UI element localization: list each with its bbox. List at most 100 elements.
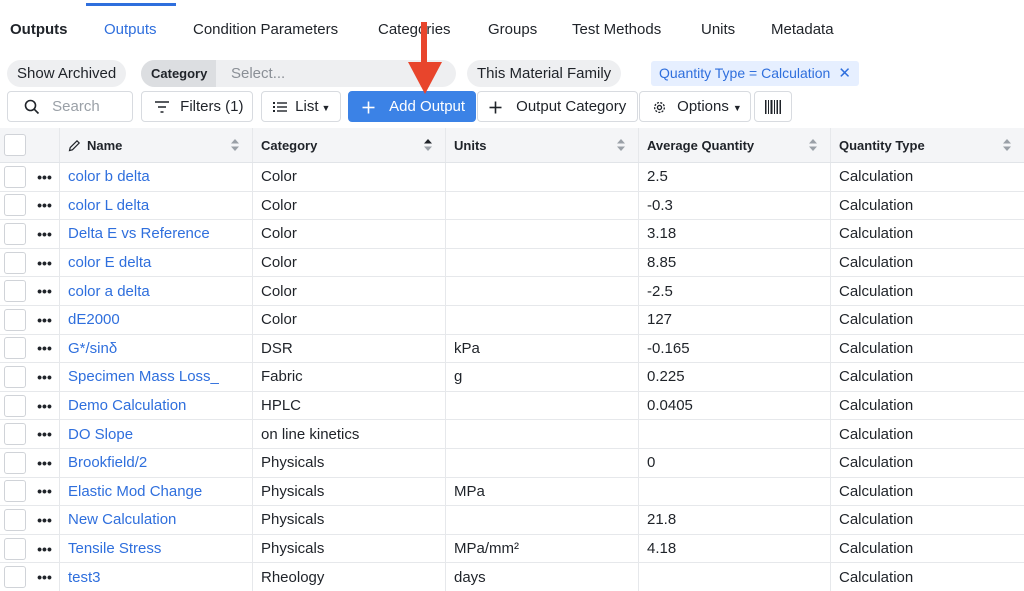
sort-icon[interactable] [1002,138,1012,152]
row-select-cell [0,163,30,191]
table-row[interactable]: ••• color L delta Color -0.3 Calculation [0,191,1024,221]
table-row[interactable]: ••• color E delta Color 8.85 Calculation [0,248,1024,278]
more-options-icon[interactable]: ••• [37,399,52,413]
table-row[interactable]: ••• Specimen Mass Loss_ Fabric g 0.225 Calcul… [0,363,1024,392]
output-name-link[interactable]: Elastic Mod Change [68,483,202,500]
output-name-link[interactable]: color L delta [68,197,149,214]
row-select-cell [0,535,30,563]
row-checkbox[interactable] [4,508,26,531]
output-name-link[interactable]: Demo Calculation [68,397,186,414]
row-checkbox[interactable] [4,222,26,245]
more-options-icon[interactable]: ••• [37,570,52,584]
column-header-category[interactable]: Category [253,128,446,162]
filters-label: Filters (1) [180,98,244,115]
row-checkbox[interactable] [4,566,26,589]
units-cell [446,391,639,420]
more-options-icon[interactable]: ••• [37,227,52,241]
output-name-link[interactable]: color b delta [68,168,150,185]
column-header-quantity-type[interactable]: Quantity Type [831,128,1024,162]
barcode-button[interactable] [754,91,792,122]
list-view-button[interactable]: List ▼ [261,91,341,122]
row-checkbox[interactable] [4,365,26,388]
quantity-type-cell: Calculation [839,454,914,472]
row-checkbox[interactable] [4,165,26,188]
tab-units[interactable]: Units [701,20,735,40]
row-checkbox[interactable] [4,423,26,446]
output-category-button[interactable]: Output Category [477,91,638,122]
units-cell [446,220,639,248]
row-checkbox[interactable] [4,280,26,303]
more-options-icon[interactable]: ••• [37,370,52,384]
more-options-icon[interactable]: ••• [37,170,52,184]
table-row[interactable]: ••• Tensile Stress Physicals MPa/mm² 4.18 Cal… [0,534,1024,564]
category-cell: Physicals [253,477,446,506]
options-button[interactable]: Options ▼ [639,91,751,122]
output-name-link[interactable]: New Calculation [68,511,176,528]
tab-outputs[interactable]: Outputs [104,20,157,40]
sort-icon[interactable] [808,138,818,152]
units-cell: days [446,563,639,591]
more-options-icon[interactable]: ••• [37,427,52,441]
output-name-link[interactable]: DO Slope [68,426,133,443]
sort-icon[interactable] [230,138,240,152]
more-options-icon[interactable]: ••• [37,313,52,327]
output-name-link[interactable]: G*/sinδ [68,340,117,357]
table-row[interactable]: ••• Brookfield/2 Physicals 0 Calculation [0,449,1024,478]
row-checkbox[interactable] [4,480,26,503]
row-checkbox[interactable] [4,194,26,217]
filters-button[interactable]: Filters (1) [141,91,253,122]
average-quantity-cell: 8.85 [639,248,831,277]
average-quantity-cell: -0.165 [639,334,831,363]
table-row[interactable]: ••• dE2000 Color 127 Calculation [0,306,1024,335]
select-all-checkbox[interactable] [4,134,26,156]
tab-metadata[interactable]: Metadata [771,20,834,40]
row-checkbox[interactable] [4,251,26,274]
row-checkbox[interactable] [4,394,26,417]
output-name-link[interactable]: Delta E vs Reference [68,225,210,242]
row-checkbox[interactable] [4,308,26,331]
more-options-icon[interactable]: ••• [37,198,52,212]
average-quantity-cell: 21.8 [639,506,831,534]
more-options-icon[interactable]: ••• [37,341,52,355]
column-header-average-quantity[interactable]: Average Quantity [639,128,831,162]
close-icon[interactable]: ✕ [838,65,851,82]
more-options-icon[interactable]: ••• [37,484,52,498]
table-row[interactable]: ••• Elastic Mod Change Physicals MPa Calcula… [0,477,1024,507]
search-input[interactable]: Search [7,91,133,122]
sort-icon[interactable] [616,138,626,152]
tab-groups[interactable]: Groups [488,20,537,40]
output-name-link[interactable]: dE2000 [68,311,120,328]
more-options-icon[interactable]: ••• [37,256,52,270]
more-options-icon[interactable]: ••• [37,513,52,527]
row-checkbox[interactable] [4,451,26,474]
output-name-link[interactable]: color E delta [68,254,151,271]
this-material-family-toggle[interactable]: This Material Family [467,60,622,87]
row-checkbox[interactable] [4,337,26,360]
table-row[interactable]: ••• color b delta Color 2.5 Calculation [0,163,1024,192]
output-name-link[interactable]: Tensile Stress [68,540,161,557]
table-row[interactable]: ••• color a delta Color -2.5 Calculation [0,277,1024,306]
output-name-link[interactable]: Specimen Mass Loss_ [68,368,219,385]
table-row[interactable]: ••• Delta E vs Reference Color 3.18 Calculat… [0,220,1024,249]
more-options-icon[interactable]: ••• [37,542,52,556]
more-options-icon[interactable]: ••• [37,284,52,298]
row-checkbox[interactable] [4,537,26,560]
table-row[interactable]: ••• test3 Rheology days Calculation [0,563,1024,591]
column-header-units[interactable]: Units [446,128,639,162]
category-select[interactable]: Select... [231,60,285,87]
output-name-link[interactable]: Brookfield/2 [68,454,147,471]
table-row[interactable]: ••• G*/sinδ DSR kPa -0.165 Calculation [0,334,1024,364]
search-placeholder: Search [52,98,100,115]
table-row[interactable]: ••• DO Slope on line kinetics Calculation [0,420,1024,449]
sort-ascending-icon[interactable] [423,138,433,152]
tab-condition-parameters[interactable]: Condition Parameters [193,20,338,40]
show-archived-toggle[interactable]: Show Archived [7,60,127,87]
column-header-name[interactable]: Name [60,128,253,162]
output-name-link[interactable]: test3 [68,569,101,586]
table-row[interactable]: ••• New Calculation Physicals 21.8 Calculati… [0,506,1024,535]
more-options-icon[interactable]: ••• [37,456,52,470]
tab-test-methods[interactable]: Test Methods [572,20,661,40]
output-name-link[interactable]: color a delta [68,283,150,300]
average-quantity-cell: 3.18 [639,220,831,248]
table-row[interactable]: ••• Demo Calculation HPLC 0.0405 Calculation [0,391,1024,421]
